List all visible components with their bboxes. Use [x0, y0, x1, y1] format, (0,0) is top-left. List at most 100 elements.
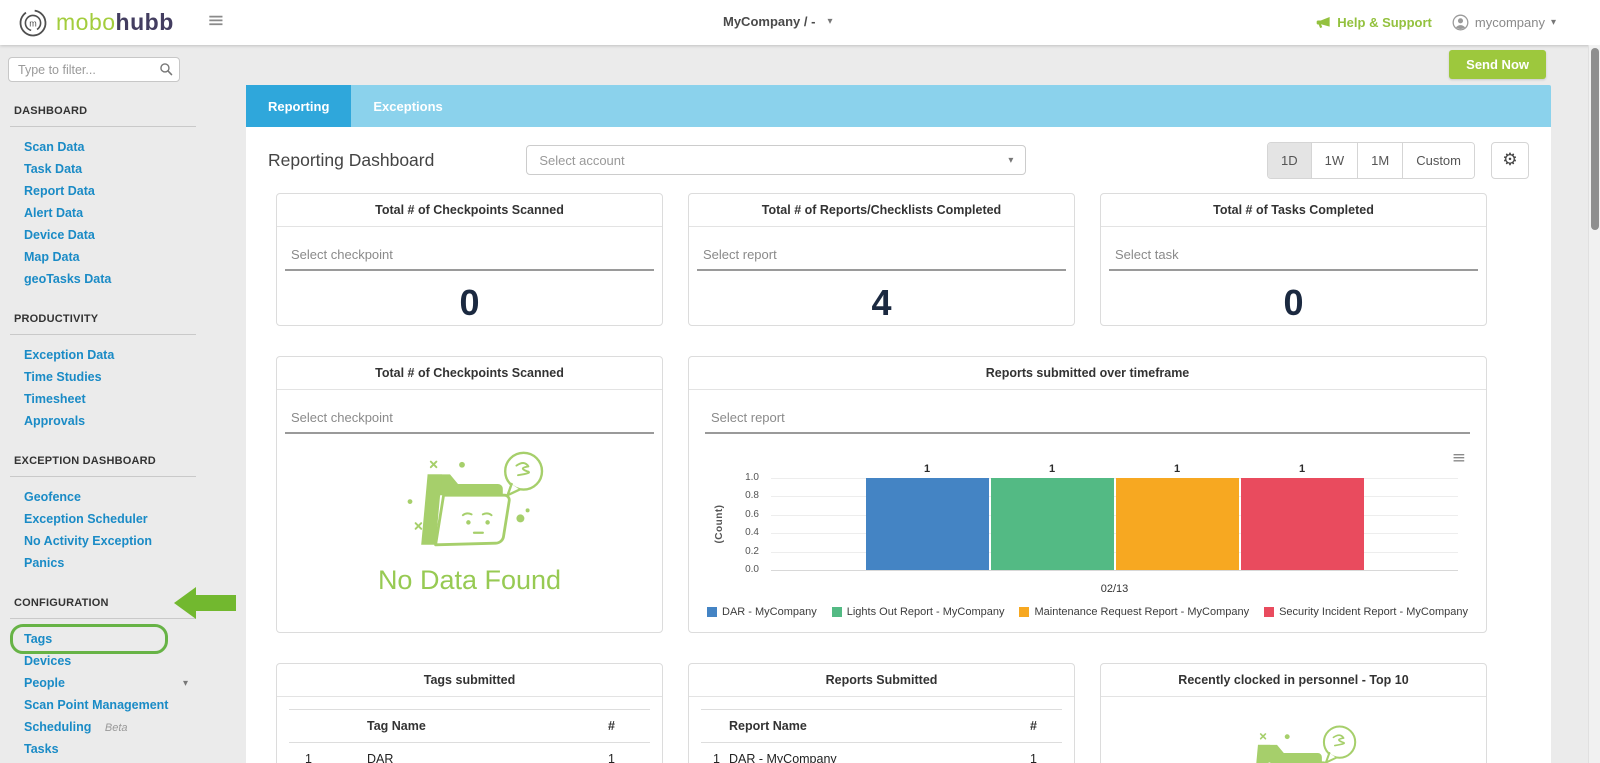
stat-value: 0 [1101, 282, 1486, 324]
chart-legend: DAR - MyCompany Lights Out Report - MyCo… [707, 606, 1468, 618]
tab-bar: Reporting Exceptions [246, 85, 1551, 127]
bar-value-label: 1 [1116, 463, 1239, 475]
menu-toggle-icon[interactable]: ≡ [207, 8, 225, 32]
bar-lights-out[interactable]: 1 [991, 478, 1114, 570]
sidebar-item-panics[interactable]: Panics [0, 552, 232, 574]
legend-item: Lights Out Report - MyCompany [832, 606, 1005, 618]
settings-button[interactable]: ⚙ [1491, 142, 1529, 179]
recently-clocked-in-card: Recently clocked in personnel - Top 10 [1100, 663, 1487, 763]
sidebar-item-tags[interactable]: Tags [0, 628, 232, 650]
table-row[interactable]: 1 DAR 1 [289, 743, 650, 763]
table-row[interactable]: 1 DAR - MyCompany 1 [701, 743, 1062, 763]
divider [10, 618, 196, 619]
name-header: Report Name [729, 719, 1012, 733]
no-data-body: No Data Found [277, 434, 662, 596]
divider [10, 334, 196, 335]
sidebar-item-scan-point-management[interactable]: Scan Point Management [0, 694, 232, 716]
chevron-down-icon: ▾ [1551, 17, 1556, 28]
section-title: DASHBOARD [0, 105, 232, 117]
table-header-row: Tag Name # [289, 709, 650, 743]
y-tick: 0.2 [745, 547, 759, 557]
name-header: Tag Name [349, 719, 590, 733]
legend-item: DAR - MyCompany [707, 606, 817, 618]
sidebar-section-configuration: CONFIGURATION Tags Devices People ▾ Scan… [0, 597, 232, 763]
card-title: Reports submitted over timeframe [689, 357, 1486, 390]
range-1w-button[interactable]: 1W [1312, 143, 1359, 178]
sidebar-item-exception-scheduler[interactable]: Exception Scheduler [0, 508, 232, 530]
sidebar-item-geotasks-data[interactable]: geoTasks Data [0, 268, 232, 290]
legend-label: DAR - MyCompany [722, 606, 817, 618]
report-select-field[interactable]: Select report [705, 410, 1470, 434]
logo-mark-icon: m [18, 8, 48, 38]
sidebar-item-people[interactable]: People ▾ [0, 672, 232, 694]
row-index: 1 [701, 752, 729, 763]
legend-label: Maintenance Request Report - MyCompany [1034, 606, 1249, 618]
bar-dar[interactable]: 1 [866, 478, 989, 570]
sidebar-item-exception-data[interactable]: Exception Data [0, 344, 232, 366]
bar-maintenance-request[interactable]: 1 [1116, 478, 1239, 570]
report-select-field[interactable]: Select report [697, 247, 1066, 271]
company-selector[interactable]: MyCompany / - ▾ [723, 14, 833, 29]
range-1m-button[interactable]: 1M [1358, 143, 1403, 178]
divider [10, 126, 196, 127]
sidebar-item-timesheet[interactable]: Timesheet [0, 388, 232, 410]
y-tick: 0.8 [745, 491, 759, 501]
sidebar-item-geofence[interactable]: Geofence [0, 486, 232, 508]
sidebar-item-report-data[interactable]: Report Data [0, 180, 232, 202]
tab-exceptions[interactable]: Exceptions [351, 85, 464, 127]
megaphone-icon [1316, 16, 1331, 29]
sidebar: DASHBOARD Scan Data Task Data Report Dat… [0, 45, 232, 763]
bar-security-incident[interactable]: 1 [1241, 478, 1364, 570]
arrow-shaft [196, 595, 236, 611]
help-support-label: Help & Support [1337, 15, 1432, 30]
sidebar-item-approvals[interactable]: Approvals [0, 410, 232, 432]
card-title: Total # of Checkpoints Scanned [277, 194, 662, 227]
sidebar-item-device-data[interactable]: Device Data [0, 224, 232, 246]
range-1d-button[interactable]: 1D [1268, 143, 1312, 178]
task-select-field[interactable]: Select task [1109, 247, 1478, 271]
sidebar-item-tasks[interactable]: Tasks [0, 738, 232, 760]
send-now-button[interactable]: Send Now [1449, 50, 1546, 79]
bar-value-label: 1 [866, 463, 989, 475]
checkpoints-no-data-card: Total # of Checkpoints Scanned Select ch… [276, 356, 663, 633]
user-menu[interactable]: mycompany ▾ [1452, 14, 1556, 31]
sidebar-item-no-activity-exception[interactable]: No Activity Exception [0, 530, 232, 552]
tab-reporting[interactable]: Reporting [246, 85, 351, 127]
filter-input[interactable] [8, 57, 180, 82]
range-custom-button[interactable]: Custom [1403, 143, 1474, 178]
y-tick: 0.0 [745, 565, 759, 575]
sidebar-item-alert-data[interactable]: Alert Data [0, 202, 232, 224]
card-title: Tags submitted [277, 664, 662, 697]
sidebar-section-exception-dashboard: EXCEPTION DASHBOARD Geofence Exception S… [0, 455, 232, 574]
reports-submitted-card: Reports Submitted Report Name # 1 DAR - … [688, 663, 1075, 763]
sidebar-filter [8, 57, 180, 82]
panel-header: Reporting Dashboard Select account ▾ 1D … [246, 127, 1551, 193]
chart-context-menu-icon[interactable]: ≡ [1452, 450, 1466, 467]
sidebar-item-map-data[interactable]: Map Data [0, 246, 232, 268]
personnel-body [1101, 719, 1486, 763]
logo-wordmark: mobohubb [56, 9, 174, 36]
range-button-group: 1D 1W 1M Custom [1267, 142, 1475, 179]
checkpoint-select-field[interactable]: Select checkpoint [285, 247, 654, 271]
no-data-folder-illustration [1219, 719, 1369, 763]
sidebar-item-time-studies[interactable]: Time Studies [0, 366, 232, 388]
sidebar-item-task-data[interactable]: Task Data [0, 158, 232, 180]
divider [10, 476, 196, 477]
sidebar-item-scan-data[interactable]: Scan Data [0, 136, 232, 158]
account-select[interactable]: Select account ▾ [526, 145, 1026, 175]
reports-completed-card: Total # of Reports/Checklists Completed … [688, 193, 1075, 326]
reports-table: Report Name # 1 DAR - MyCompany 1 [689, 697, 1074, 763]
sidebar-item-devices[interactable]: Devices [0, 650, 232, 672]
stat-card-row: Total # of Checkpoints Scanned Select ch… [276, 193, 1521, 326]
bar-value-label: 1 [991, 463, 1114, 475]
vertical-scrollbar[interactable] [1588, 45, 1600, 763]
reporting-panel: Reporting Dashboard Select account ▾ 1D … [246, 127, 1551, 763]
user-menu-label: mycompany [1475, 15, 1545, 30]
search-icon [159, 62, 173, 81]
beta-badge: Beta [105, 722, 128, 734]
sidebar-item-scheduling[interactable]: Scheduling Beta [0, 716, 232, 738]
checkpoint-select-field[interactable]: Select checkpoint [285, 410, 654, 434]
middle-row: Total # of Checkpoints Scanned Select ch… [276, 356, 1521, 633]
scrollbar-thumb[interactable] [1591, 48, 1599, 230]
help-support-link[interactable]: Help & Support [1316, 15, 1432, 30]
